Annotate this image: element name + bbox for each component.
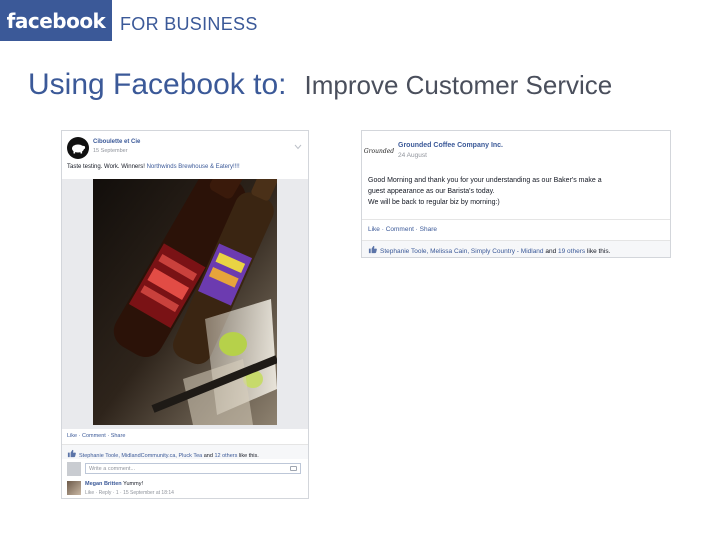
likes-row: Stephanie Toole, Melissa Cain, Simply Co…: [362, 241, 670, 257]
likes-suffix: like this.: [237, 453, 259, 459]
likes-others-link[interactable]: 12 others: [214, 453, 237, 459]
post-text-line1: Good Morning and thank you for your unde…: [368, 177, 602, 184]
comment-author-avatar[interactable]: [67, 481, 81, 495]
post-actions[interactable]: Like · Comment · Share: [67, 433, 125, 439]
camera-icon[interactable]: [290, 466, 297, 471]
post-grounded-coffee: Grounded Grounded Coffee Company Inc. 24…: [361, 130, 671, 258]
slide-title-sub: Improve Customer Service: [304, 70, 613, 100]
post-date[interactable]: 24 August: [398, 152, 427, 159]
page-name-link[interactable]: Ciboulette et Cie: [93, 139, 140, 145]
likes-suffix: like this.: [585, 248, 611, 255]
likes-and: and: [543, 248, 559, 255]
post-ciboulette: Ciboulette et Cie 15 September Taste tes…: [61, 130, 309, 499]
post-text: Taste testing. Work. Winners! Northwinds…: [67, 164, 240, 170]
page-avatar-grounded-logo[interactable]: Grounded: [364, 140, 394, 162]
likes-others-link[interactable]: 19 others: [558, 248, 585, 255]
post-text-plain: Taste testing. Work. Winners!: [67, 164, 147, 170]
header-subtitle: FOR BUSINESS: [120, 14, 258, 34]
comment-placeholder: Write a comment...: [89, 466, 136, 472]
post-date[interactable]: 15 September: [93, 148, 128, 154]
comment-author-link[interactable]: Megan Britten: [85, 481, 122, 487]
thumbs-up-icon: [368, 245, 377, 254]
comment-text: Yummy!: [121, 481, 143, 487]
divider: [362, 219, 670, 220]
commenter-avatar: [67, 462, 81, 476]
page-name-link[interactable]: Grounded Coffee Company Inc.: [398, 142, 503, 149]
post-photo[interactable]: [93, 179, 277, 425]
post-photo-frame: [62, 179, 308, 429]
post-text-line2: guest appearance as our Barista's today.: [368, 188, 495, 195]
post-actions[interactable]: Like · Comment · Share: [368, 226, 437, 233]
likes-and: and: [202, 453, 215, 459]
comment-meta[interactable]: Like · Reply · 1 · 15 September at 18:14: [85, 490, 174, 496]
facebook-logo: facebook: [0, 0, 112, 41]
chevron-down-icon[interactable]: [294, 137, 302, 150]
post-text: Good Morning and thank you for your unde…: [368, 175, 602, 208]
post-text-link[interactable]: Northwinds Brewhouse & Eatery!!!!: [147, 164, 240, 170]
thumbs-up-icon: [67, 449, 76, 458]
likes-row: Stephanie Toole, MidlandCommunity.ca, Pl…: [62, 445, 308, 459]
likers-names[interactable]: Stephanie Toole, MidlandCommunity.ca, Pl…: [79, 453, 202, 459]
page-avatar-pig-icon[interactable]: [67, 137, 89, 159]
likers-names[interactable]: Stephanie Toole, Melissa Cain, Simply Co…: [380, 248, 544, 255]
comment-input[interactable]: Write a comment...: [85, 463, 301, 474]
post-text-line3: We will be back to regular biz by mornin…: [368, 199, 500, 206]
comment-body: Megan Britten Yummy!: [85, 481, 143, 487]
slide-title: Using Facebook to: Improve Customer Servi…: [28, 68, 612, 102]
slide-title-main: Using Facebook to:: [28, 68, 287, 101]
